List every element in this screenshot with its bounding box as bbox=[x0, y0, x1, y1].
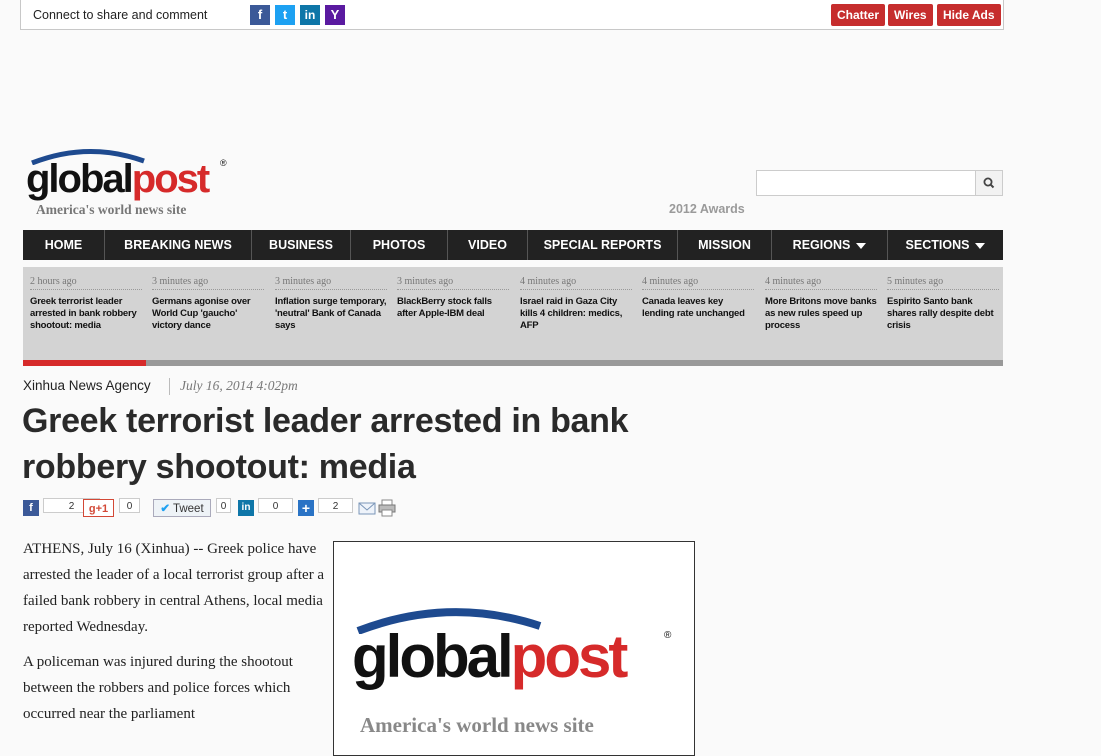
figure-logo-wordmark: globalpost bbox=[352, 623, 628, 690]
caret-down-icon bbox=[856, 242, 867, 249]
nav-photos[interactable]: PHOTOS bbox=[351, 230, 448, 260]
article-title: Greek terrorist leader arrested in bank … bbox=[22, 402, 629, 486]
logo-tagline: America's world news site bbox=[36, 202, 187, 217]
ticker-time: 3 minutes ago bbox=[397, 276, 509, 290]
search-box bbox=[756, 170, 1003, 196]
article-paragraph: A policeman was injured during the shoot… bbox=[23, 654, 293, 722]
nav-special-reports[interactable]: SPECIAL REPORTS bbox=[528, 230, 678, 260]
main-nav: HOME BREAKING NEWS BUSINESS PHOTOS VIDEO… bbox=[23, 230, 1003, 260]
registered-mark: ® bbox=[220, 158, 227, 168]
ticker-time: 4 minutes ago bbox=[642, 276, 754, 290]
ticker-time: 4 minutes ago bbox=[765, 276, 877, 290]
linkedin-share-count: 0 bbox=[258, 498, 293, 513]
linkedin-share-icon[interactable]: in bbox=[238, 500, 254, 516]
tweet-count: 0 bbox=[216, 498, 231, 513]
ticker-headline[interactable]: More Britons move banks as new rules spe… bbox=[765, 296, 877, 332]
twitter-icon[interactable]: t bbox=[275, 5, 295, 25]
tweet-label: Tweet bbox=[172, 503, 204, 515]
ticker-item[interactable]: 4 minutes ago More Britons move banks as… bbox=[765, 276, 877, 332]
article-source[interactable]: Xinhua News Agency bbox=[23, 378, 151, 393]
ticker-headline[interactable]: BlackBerry stock falls after Apple-IBM d… bbox=[397, 296, 509, 320]
twitter-bird-icon: ✔ bbox=[160, 503, 170, 515]
gplus-count: 0 bbox=[119, 498, 140, 513]
nav-business[interactable]: BUSINESS bbox=[252, 230, 351, 260]
ticker-item[interactable]: 3 minutes ago Germans agonise over World… bbox=[152, 276, 264, 332]
nav-breaking-news[interactable]: BREAKING NEWS bbox=[105, 230, 252, 260]
ticker-item[interactable]: 4 minutes ago Israel raid in Gaza City k… bbox=[520, 276, 632, 332]
ticker-item[interactable]: 3 minutes ago Inflation surge temporary,… bbox=[275, 276, 387, 332]
nav-regions[interactable]: REGIONS bbox=[772, 230, 888, 260]
nav-regions-label: REGIONS bbox=[792, 238, 851, 252]
yahoo-icon[interactable]: Y bbox=[325, 5, 345, 25]
caret-down-icon bbox=[975, 242, 986, 249]
ticker-headline[interactable]: Espirito Santo bank shares rally despite… bbox=[887, 296, 999, 332]
ticker-headline[interactable]: Canada leaves key lending rate unchanged bbox=[642, 296, 754, 320]
nav-home[interactable]: HOME bbox=[23, 230, 105, 260]
tweet-button[interactable]: ✔ Tweet bbox=[153, 499, 211, 517]
registered-mark: ® bbox=[664, 630, 672, 641]
logo-wordmark: globalpost bbox=[26, 157, 210, 201]
hide-ads-button[interactable]: Hide Ads bbox=[937, 4, 1001, 26]
search-button[interactable] bbox=[975, 171, 1002, 195]
nav-sections[interactable]: SECTIONS bbox=[888, 230, 1003, 260]
nav-mission[interactable]: MISSION bbox=[678, 230, 772, 260]
ticker-time: 4 minutes ago bbox=[520, 276, 632, 290]
search-input[interactable] bbox=[761, 172, 979, 196]
article-date: July 16, 2014 4:02pm bbox=[180, 378, 298, 393]
meta-divider bbox=[169, 378, 170, 395]
wires-button[interactable]: Wires bbox=[888, 4, 933, 26]
ticker-headline[interactable]: Inflation surge temporary, 'neutral' Ban… bbox=[275, 296, 387, 332]
linkedin-icon[interactable]: in bbox=[300, 5, 320, 25]
figure-logo-tagline: America's world news site bbox=[360, 713, 594, 737]
gplus-button[interactable]: g+1 bbox=[83, 499, 114, 517]
ticker-item[interactable]: 4 minutes ago Canada leaves key lending … bbox=[642, 276, 754, 320]
article-body: ATHENS, July 16 (Xinhua) -- Greek police… bbox=[23, 536, 328, 736]
ticker-item[interactable]: 3 minutes ago BlackBerry stock falls aft… bbox=[397, 276, 509, 320]
awards-badge[interactable]: 2012 Awards bbox=[669, 202, 745, 216]
nav-video[interactable]: VIDEO bbox=[448, 230, 528, 260]
article-paragraph: ATHENS, July 16 (Xinhua) -- Greek police… bbox=[23, 541, 325, 635]
chatter-button[interactable]: Chatter bbox=[831, 4, 886, 26]
ticker-headline[interactable]: Greek terrorist leader arrested in bank … bbox=[30, 296, 142, 332]
share-counters: f 2 g+1 0 ✔ Tweet 0 in 0 + 2 bbox=[23, 498, 403, 518]
addthis-plus-icon[interactable]: + bbox=[298, 500, 314, 516]
ticker-headline[interactable]: Israel raid in Gaza City kills 4 childre… bbox=[520, 296, 632, 332]
share-bar: Connect to share and comment f t in Y Ch… bbox=[20, 0, 1004, 30]
nav-sections-label: SECTIONS bbox=[905, 238, 970, 252]
ticker-progress-bar bbox=[23, 360, 1003, 366]
connect-text: Connect to share and comment bbox=[33, 8, 208, 22]
gplus-label: +1 bbox=[95, 503, 109, 515]
news-ticker: 2 hours ago Greek terrorist leader arres… bbox=[23, 267, 1003, 366]
search-icon bbox=[983, 177, 995, 189]
ticker-time: 3 minutes ago bbox=[275, 276, 387, 290]
ticker-time: 3 minutes ago bbox=[152, 276, 264, 290]
facebook-icon[interactable]: f bbox=[250, 5, 270, 25]
ticker-progress-fill bbox=[23, 360, 146, 366]
email-icon[interactable] bbox=[358, 500, 376, 516]
ticker-time: 2 hours ago bbox=[30, 276, 142, 290]
article-image[interactable]: globalpost ® America's world news site bbox=[333, 541, 695, 756]
ticker-time: 5 minutes ago bbox=[887, 276, 999, 290]
site-logo[interactable]: globalpost ® America's world news site bbox=[24, 147, 234, 222]
facebook-share-icon[interactable]: f bbox=[23, 500, 39, 516]
ticker-item[interactable]: 2 hours ago Greek terrorist leader arres… bbox=[30, 276, 142, 332]
addthis-count: 2 bbox=[318, 498, 353, 513]
ticker-headline[interactable]: Germans agonise over World Cup 'gaucho' … bbox=[152, 296, 264, 332]
print-icon[interactable] bbox=[378, 499, 396, 517]
ticker-item[interactable]: 5 minutes ago Espirito Santo bank shares… bbox=[887, 276, 999, 332]
